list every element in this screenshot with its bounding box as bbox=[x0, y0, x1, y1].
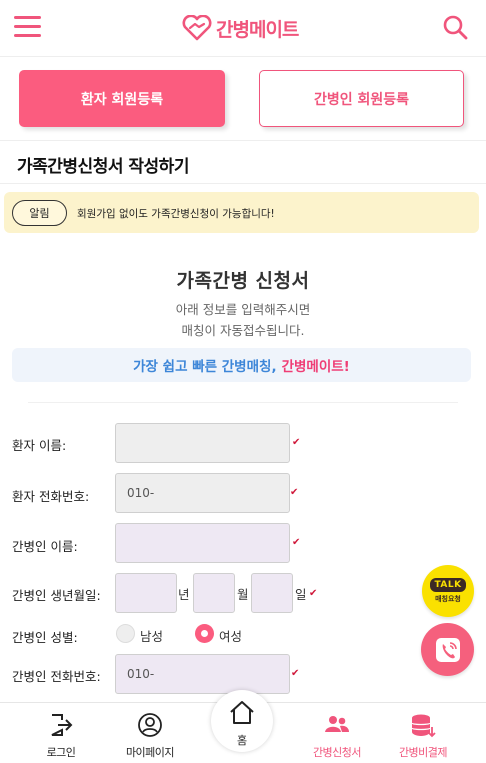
talk-icon: TALK bbox=[430, 578, 466, 592]
member-register-tabs: 환자 회원등록 간병인 회원등록 bbox=[0, 57, 486, 141]
patient-name-input[interactable] bbox=[115, 423, 290, 463]
caregiver-phone-input[interactable]: 010- bbox=[115, 654, 290, 694]
nav-payment[interactable]: 간병비결제 bbox=[383, 703, 463, 763]
page-title-bar: 가족간병신청서 작성하기 bbox=[0, 141, 486, 184]
app-header: 간병메이트 bbox=[0, 0, 486, 57]
home-icon bbox=[230, 701, 254, 724]
gender-female-label: 여성 bbox=[219, 629, 243, 644]
nav-mypage[interactable]: 마이페이지 bbox=[110, 703, 190, 763]
brand-name: 간병메이트 bbox=[216, 18, 299, 41]
login-icon bbox=[51, 714, 73, 736]
birth-day-unit: 일 bbox=[295, 587, 307, 602]
gender-male-label: 남성 bbox=[140, 629, 164, 644]
patient-name-label: 환자 이름: bbox=[12, 438, 67, 453]
required-check-icon: ✔ bbox=[290, 487, 299, 498]
notice-banner: 알림 회원가입 없이도 가족간병신청이 가능합니다! bbox=[4, 192, 479, 233]
notice-text: 회원가입 없이도 가족간병신청이 가능합니다! bbox=[77, 208, 275, 220]
patient-register-label: 환자 회원등록 bbox=[80, 91, 164, 108]
patient-phone-label: 환자 전화번호: bbox=[12, 489, 90, 504]
patient-register-button[interactable]: 환자 회원등록 bbox=[19, 70, 225, 127]
caregiver-phone-label: 간병인 전화번호: bbox=[12, 669, 101, 684]
caregiver-name-input[interactable] bbox=[115, 523, 290, 563]
required-check-icon: ✔ bbox=[291, 668, 300, 679]
user-icon bbox=[138, 713, 162, 737]
notice-badge: 알림 bbox=[12, 200, 67, 226]
people-icon bbox=[325, 716, 349, 732]
form-subtitle-line2: 매칭이 자동접수됩니다. bbox=[181, 323, 305, 338]
nav-payment-label: 간병비결제 bbox=[398, 746, 448, 759]
birth-year-input[interactable] bbox=[115, 573, 177, 613]
nav-application[interactable]: 간병신청서 bbox=[297, 703, 377, 763]
form-subtitle-line1: 아래 정보를 입력해주시면 bbox=[175, 302, 311, 317]
nav-login-label: 로그인 bbox=[46, 746, 76, 759]
birth-year-unit: 년 bbox=[178, 587, 190, 602]
required-check-icon: ✔ bbox=[292, 537, 301, 548]
phone-call-button[interactable] bbox=[421, 623, 474, 676]
menu-icon[interactable] bbox=[14, 16, 41, 38]
brand-logo[interactable]: 간병메이트 bbox=[182, 13, 299, 43]
coin-stack-icon bbox=[411, 714, 436, 738]
form-title: 가족간병 신청서 bbox=[176, 270, 310, 292]
gender-female-radio[interactable] bbox=[195, 624, 214, 643]
nav-home[interactable]: 홈 bbox=[211, 690, 273, 752]
gender-male-radio[interactable] bbox=[116, 624, 135, 643]
required-check-icon: ✔ bbox=[292, 437, 301, 448]
birth-month-input[interactable] bbox=[193, 573, 235, 613]
birth-month-unit: 월 bbox=[237, 587, 249, 602]
slogan-brand: 간병메이트! bbox=[281, 359, 350, 375]
handshake-heart-icon bbox=[182, 15, 212, 41]
caregiver-register-label: 간병인 회원등록 bbox=[313, 91, 410, 108]
caregiver-register-button[interactable]: 간병인 회원등록 bbox=[259, 70, 464, 127]
phone-call-icon bbox=[435, 637, 460, 662]
caregiver-birth-label: 간병인 생년월일: bbox=[12, 588, 101, 603]
nav-application-label: 간병신청서 bbox=[312, 746, 362, 759]
slogan-banner: 가장 쉽고 빠른 간병매칭, 간병메이트! bbox=[12, 348, 471, 382]
nav-home-label: 홈 bbox=[236, 734, 248, 747]
form-subtitle: 아래 정보를 입력해주시면 매칭이 자동접수됩니다. bbox=[0, 299, 486, 341]
search-icon[interactable] bbox=[442, 14, 468, 40]
caregiver-name-label: 간병인 이름: bbox=[12, 539, 78, 554]
slogan-main: 가장 쉽고 빠른 간병매칭, bbox=[133, 359, 277, 375]
form-divider bbox=[28, 402, 458, 403]
birth-day-input[interactable] bbox=[251, 573, 293, 613]
required-check-icon: ✔ bbox=[309, 588, 318, 599]
talk-sub-label: 매칭요청 bbox=[435, 595, 461, 603]
nav-login[interactable]: 로그인 bbox=[21, 703, 101, 763]
kakao-talk-button[interactable]: TALK 매칭요청 bbox=[422, 565, 474, 617]
caregiver-gender-label: 간병인 성별: bbox=[12, 630, 78, 645]
patient-phone-input[interactable]: 010- bbox=[115, 473, 290, 513]
nav-mypage-label: 마이페이지 bbox=[125, 746, 175, 759]
page-title: 가족간병신청서 작성하기 bbox=[17, 157, 189, 177]
